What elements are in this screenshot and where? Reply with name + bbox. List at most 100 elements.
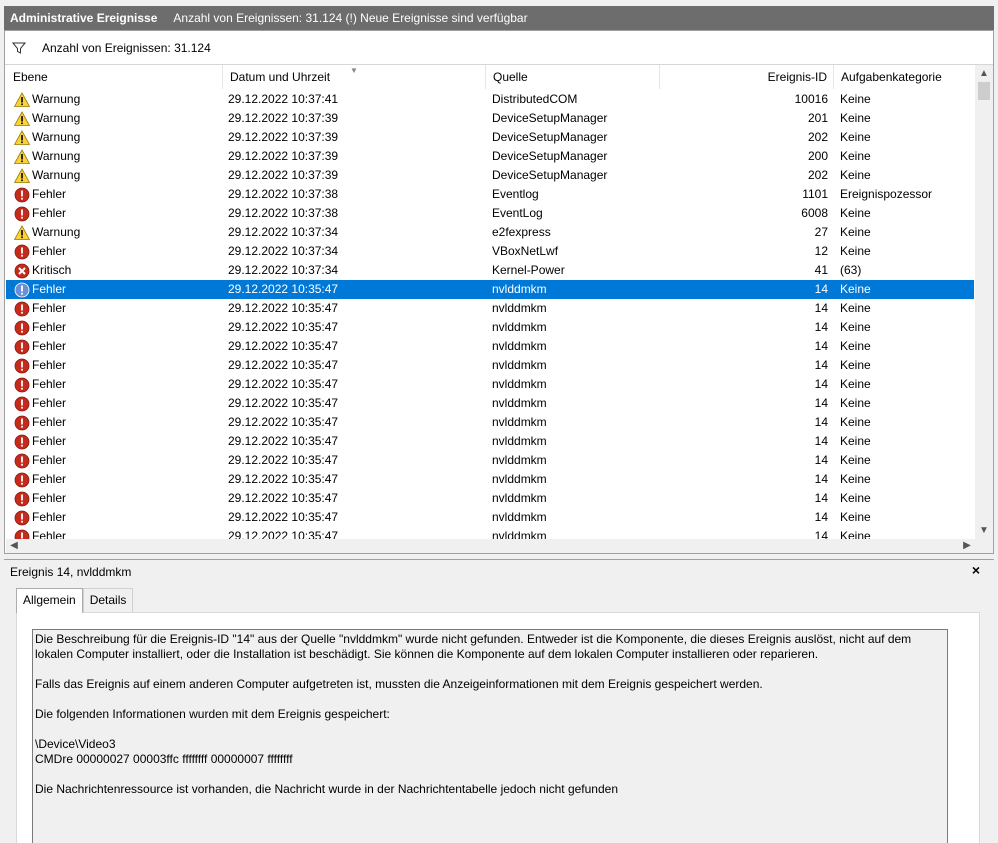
table-row[interactable]: Fehler 29.12.2022 10:35:47 nvlddmkm 14 Keine bbox=[6, 527, 974, 539]
horizontal-scrollbar[interactable]: ◀ ▶ bbox=[6, 539, 993, 553]
table-row[interactable]: Fehler 29.12.2022 10:35:47 nvlddmkm 14 Keine bbox=[6, 413, 974, 432]
error-icon bbox=[14, 510, 30, 526]
cell-source: Eventlog bbox=[492, 187, 539, 201]
level-text: Warnung bbox=[32, 111, 81, 125]
table-row[interactable]: Fehler 29.12.2022 10:35:47 nvlddmkm 14 Keine bbox=[6, 375, 974, 394]
cell-source: Kernel-Power bbox=[492, 263, 565, 277]
error-icon bbox=[14, 187, 30, 203]
cell-source: nvlddmkm bbox=[492, 282, 547, 296]
cell-event-id: 14 bbox=[814, 358, 828, 372]
cell-level: Fehler bbox=[14, 432, 66, 451]
table-row[interactable]: Fehler 29.12.2022 10:35:47 nvlddmkm 14 Keine bbox=[6, 432, 974, 451]
level-text: Fehler bbox=[32, 206, 67, 220]
cell-date: 29.12.2022 10:35:47 bbox=[228, 301, 339, 315]
table-row[interactable]: Warnung 29.12.2022 10:37:34 e2fexpress 27 Ke… bbox=[6, 223, 974, 242]
cell-event-id: 14 bbox=[814, 453, 828, 467]
cell-date: 29.12.2022 10:37:38 bbox=[228, 187, 339, 201]
filter-icon[interactable] bbox=[12, 41, 26, 55]
cell-event-id: 14 bbox=[814, 529, 828, 539]
cell-category: Keine bbox=[840, 434, 871, 448]
error-icon bbox=[14, 434, 30, 450]
table-row[interactable]: Warnung 29.12.2022 10:37:39 DeviceSetupMan… bbox=[6, 128, 974, 147]
table-row[interactable]: Fehler 29.12.2022 10:35:47 nvlddmkm 14 Keine bbox=[6, 280, 974, 299]
cell-event-id: 200 bbox=[807, 149, 828, 163]
level-text: Kritisch bbox=[32, 263, 72, 277]
cell-category: Keine bbox=[840, 92, 871, 106]
cell-date: 29.12.2022 10:35:47 bbox=[228, 510, 339, 524]
scroll-left-icon[interactable]: ◀ bbox=[6, 539, 22, 553]
level-text: Fehler bbox=[32, 320, 67, 334]
error-icon bbox=[14, 206, 30, 222]
view-title: Administrative Ereignisse bbox=[10, 11, 158, 25]
cell-category: Keine bbox=[840, 510, 871, 524]
cell-category: Keine bbox=[840, 320, 871, 334]
table-row[interactable]: Fehler 29.12.2022 10:37:38 Eventlog 1101 Ere… bbox=[6, 185, 974, 204]
table-row[interactable]: Fehler 29.12.2022 10:35:47 nvlddmkm 14 Keine bbox=[6, 299, 974, 318]
cell-level: Fehler bbox=[14, 185, 66, 204]
cell-event-id: 41 bbox=[814, 263, 828, 277]
level-text: Warnung bbox=[32, 168, 81, 182]
table-row[interactable]: Fehler 29.12.2022 10:35:47 nvlddmkm 14 Keine bbox=[6, 356, 974, 375]
cell-category: Keine bbox=[840, 130, 871, 144]
cell-source: nvlddmkm bbox=[492, 301, 547, 315]
error-icon bbox=[14, 377, 30, 393]
scroll-up-icon[interactable]: ▲ bbox=[975, 65, 993, 82]
table-row[interactable]: Fehler 29.12.2022 10:35:47 nvlddmkm 14 Keine bbox=[6, 508, 974, 527]
cell-category: Keine bbox=[840, 529, 871, 539]
table-row[interactable]: Fehler 29.12.2022 10:35:47 nvlddmkm 14 Keine bbox=[6, 451, 974, 470]
warning-icon bbox=[13, 148, 31, 165]
table-row[interactable]: Fehler 29.12.2022 10:35:47 nvlddmkm 14 Keine bbox=[6, 489, 974, 508]
cell-level: Fehler bbox=[14, 242, 66, 261]
cell-category: (63) bbox=[840, 263, 862, 277]
level-text: Fehler bbox=[32, 244, 67, 258]
tab-general[interactable]: Allgemein bbox=[16, 588, 83, 613]
cell-level: Fehler bbox=[14, 204, 66, 223]
scroll-down-icon[interactable]: ▼ bbox=[975, 522, 993, 539]
error-icon bbox=[14, 244, 30, 260]
cell-source: DistributedCOM bbox=[492, 92, 578, 106]
cell-date: 29.12.2022 10:37:38 bbox=[228, 206, 339, 220]
level-text: Fehler bbox=[32, 301, 67, 315]
cell-source: DeviceSetupManager bbox=[492, 111, 608, 125]
col-header-category[interactable]: Aufgabenkategorie bbox=[834, 65, 974, 89]
cell-category: Keine bbox=[840, 149, 871, 163]
table-row[interactable]: Fehler 29.12.2022 10:35:47 nvlddmkm 14 Keine bbox=[6, 470, 974, 489]
table-row[interactable]: Fehler 29.12.2022 10:35:47 nvlddmkm 14 Keine bbox=[6, 337, 974, 356]
col-header-event-id[interactable]: Ereignis-ID bbox=[660, 65, 834, 89]
table-row[interactable]: Fehler 29.12.2022 10:37:34 VBoxNetLwf 12 Kei… bbox=[6, 242, 974, 261]
cell-category: Keine bbox=[840, 453, 871, 467]
cell-event-id: 14 bbox=[814, 377, 828, 391]
cell-source: nvlddmkm bbox=[492, 529, 547, 539]
warning-icon bbox=[13, 129, 31, 146]
scroll-right-icon[interactable]: ▶ bbox=[959, 539, 975, 553]
table-row[interactable]: Fehler 29.12.2022 10:37:38 EventLog 6008 Kei… bbox=[6, 204, 974, 223]
table-row[interactable]: Fehler 29.12.2022 10:35:47 nvlddmkm 14 Keine bbox=[6, 394, 974, 413]
tab-details[interactable]: Details bbox=[82, 588, 134, 612]
error-icon bbox=[14, 320, 30, 336]
cell-category: Keine bbox=[840, 111, 871, 125]
col-header-level[interactable]: Ebene bbox=[6, 65, 223, 89]
table-row[interactable]: Warnung 29.12.2022 10:37:39 DeviceSetupMan… bbox=[6, 166, 974, 185]
cell-event-id: 202 bbox=[807, 130, 828, 144]
table-row[interactable]: Warnung 29.12.2022 10:37:41 DistributedCOM… bbox=[6, 90, 974, 109]
critical-icon bbox=[14, 263, 30, 279]
close-icon[interactable]: × bbox=[972, 562, 980, 578]
event-description[interactable]: Die Beschreibung für die Ereignis-ID "14… bbox=[32, 629, 948, 843]
table-row[interactable]: Warnung 29.12.2022 10:37:39 DeviceSetupMan… bbox=[6, 147, 974, 166]
view-subtitle: Anzahl von Ereignissen: 31.124 (!) Neue … bbox=[173, 11, 528, 25]
warning-icon bbox=[13, 167, 31, 184]
cell-category: Keine bbox=[840, 472, 871, 486]
table-row[interactable]: Warnung 29.12.2022 10:37:39 DeviceSetupMan… bbox=[6, 109, 974, 128]
cell-event-id: 14 bbox=[814, 434, 828, 448]
cell-category: Keine bbox=[840, 415, 871, 429]
title-bar: Administrative Ereignisse Anzahl von Ere… bbox=[0, 0, 998, 30]
vertical-scrollbar[interactable]: ▲ ▼ bbox=[975, 65, 993, 539]
col-header-source[interactable]: Quelle bbox=[486, 65, 660, 89]
table-row[interactable]: Fehler 29.12.2022 10:35:47 nvlddmkm 14 Keine bbox=[6, 318, 974, 337]
cell-source: EventLog bbox=[492, 206, 543, 220]
level-text: Fehler bbox=[32, 187, 67, 201]
cell-category: Keine bbox=[840, 301, 871, 315]
table-row[interactable]: Kritisch 29.12.2022 10:37:34 Kernel-Power 4… bbox=[6, 261, 974, 280]
error-icon bbox=[14, 339, 30, 355]
scroll-thumb[interactable] bbox=[978, 82, 990, 100]
